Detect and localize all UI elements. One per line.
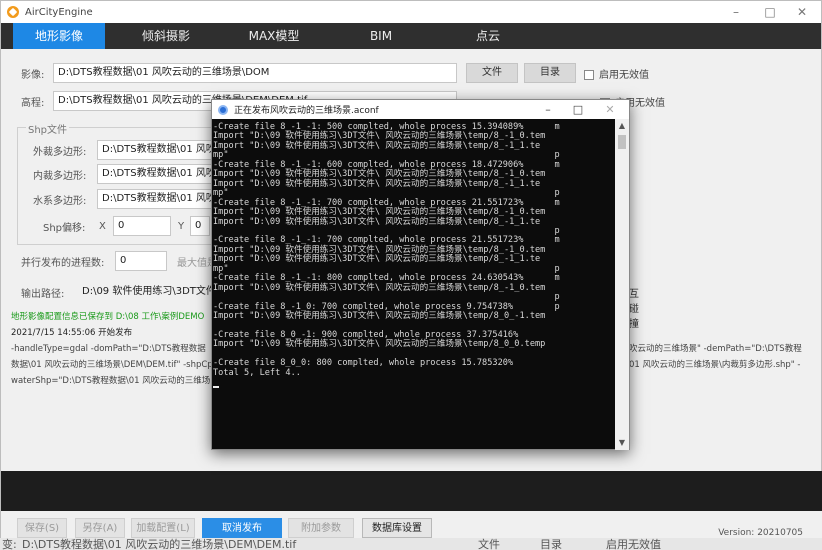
bottom-toolbar: 保存(S) 另存(A) 加载配置(L) 取消发布 附加参数 数据库设置 Vers… (1, 511, 822, 541)
scroll-down-icon[interactable]: ▼ (615, 436, 629, 450)
tab-bar: 地形影像 倾斜摄影 MAX模型 BIM 点云 (1, 23, 821, 49)
x-offset-field[interactable]: 0 (113, 216, 171, 236)
db-settings-button[interactable]: 数据库设置 (362, 518, 432, 538)
console-line: Total 5, Left 4.. (213, 367, 301, 378)
save-as-button[interactable]: 另存(A) (75, 518, 125, 538)
checkbox-icon[interactable] (584, 69, 594, 80)
console-line: Import "D:\09 软件使用练习\3DT文件\ 风吹云动的三维场景\te… (213, 339, 546, 350)
background-window-fragment: 变: D:\DTS教程数据\01 风吹云动的三维场景\DEM\DEM.tif 文… (0, 538, 822, 550)
console-scrollbar[interactable]: ▲ ▼ (615, 119, 629, 450)
image-file-button[interactable]: 文件 (466, 63, 518, 83)
tab-pointcloud[interactable]: 点云 (442, 23, 534, 49)
version-label: Version: 20210705 (718, 528, 803, 538)
console-minimize-button[interactable]: – (533, 100, 563, 119)
extra-params-button[interactable]: 附加参数 (288, 518, 354, 538)
tab-terrain[interactable]: 地形影像 (13, 23, 105, 49)
tab-max-model[interactable]: MAX模型 (228, 23, 320, 49)
image-dir-button[interactable]: 目录 (524, 63, 576, 83)
scroll-thumb[interactable] (618, 135, 626, 149)
console-window: 正在发布风吹云动的三维场景.aconf – □ ✕ -Create file 8… (211, 99, 630, 450)
tab-oblique[interactable]: 倾斜摄影 (120, 23, 212, 49)
load-config-button[interactable]: 加载配置(L) (131, 518, 195, 538)
console-close-button[interactable]: ✕ (595, 100, 625, 119)
log-line: 01 风吹云动的三维场景\内裁剪多边形.shp" - (629, 360, 801, 370)
shp-offset-label: Shp偏移: (43, 222, 86, 234)
console-maximize-button[interactable]: □ (563, 100, 593, 119)
console-output[interactable]: -Create file 8_-1_-1: 500 complted, whol… (212, 119, 616, 450)
log-line: 吹云动的三维场景" -demPath="D:\DTS教程 (629, 344, 802, 354)
output-path-field[interactable]: D:\09 软件使用练习\3DT文件 (77, 282, 215, 302)
x-label: X (99, 220, 106, 232)
window-title: AirCityEngine (25, 6, 93, 18)
image-path-field[interactable]: D:\DTS教程数据\01 风吹云动的三维场景\DOM (53, 63, 457, 83)
water-polygon-label: 水系多边形: (33, 195, 87, 207)
inner-polygon-label: 内裁多边形: (33, 170, 87, 182)
parallel-field[interactable]: 0 (115, 251, 167, 271)
maximize-button[interactable]: □ (753, 1, 787, 23)
console-line: Import "D:\09 软件使用练习\3DT文件\ 风吹云动的三维场景\te… (213, 311, 546, 322)
log-line: -handleType=gdal -domPath="D:\DTS教程数据 (11, 344, 206, 354)
log-line: 数据\01 风吹云动的三维场景\DEM\DEM.tif" -shpCp (11, 360, 213, 370)
output-label: 输出路径: (21, 288, 65, 300)
shp-legend: Shp文件 (26, 121, 70, 136)
outer-polygon-field[interactable]: D:\DTS教程数据\01 风吹 (97, 140, 215, 160)
y-offset-field[interactable]: 0 (190, 216, 210, 236)
y-label: Y (178, 220, 185, 232)
title-bar: AirCityEngine – □ ✕ (1, 1, 821, 23)
console-title-bar: 正在发布风吹云动的三维场景.aconf – □ ✕ (212, 100, 629, 119)
tab-bim[interactable]: BIM (335, 23, 427, 49)
parallel-label: 并行发布的进程数: (21, 257, 105, 269)
minimize-button[interactable]: – (719, 1, 753, 23)
scroll-up-icon[interactable]: ▲ (615, 119, 629, 133)
water-polygon-field[interactable]: D:\DTS教程数据\01 风吹 (97, 189, 215, 209)
dem-label: 高程: (21, 97, 45, 109)
console-app-icon (218, 104, 228, 115)
console-title: 正在发布风吹云动的三维场景.aconf (234, 106, 379, 116)
image-label: 影像: (21, 69, 45, 81)
app-logo-icon (7, 6, 19, 18)
close-button[interactable]: ✕ (785, 1, 819, 23)
image-invalid-checkbox[interactable]: 启用无效值 (584, 66, 649, 81)
console-cursor (213, 385, 219, 388)
save-button[interactable]: 保存(S) (17, 518, 67, 538)
inner-polygon-field[interactable]: D:\DTS教程数据\01 风吹 (97, 164, 215, 184)
outer-polygon-label: 外裁多边形: (33, 146, 87, 158)
background-dark-region (1, 471, 822, 511)
cancel-publish-button[interactable]: 取消发布 (202, 518, 282, 538)
